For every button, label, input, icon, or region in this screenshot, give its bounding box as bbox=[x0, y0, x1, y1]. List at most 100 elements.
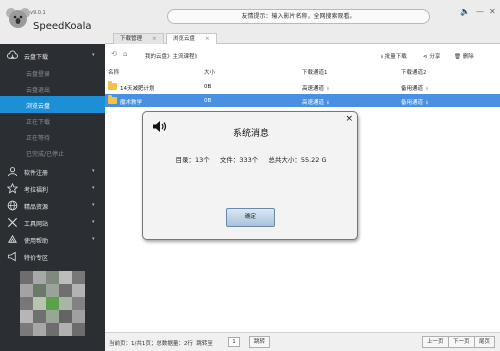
sidebar-item-label: 云盘下载 bbox=[24, 54, 49, 61]
column-header-channel2[interactable]: 下载通道2 bbox=[401, 68, 427, 76]
file-count: 文件：333个 bbox=[219, 156, 259, 164]
breadcrumb[interactable]: 我的云盘》主流课程》 bbox=[145, 52, 200, 60]
table-row[interactable]: 魔术教学 0B 高速通道 ⭳ 备用通道 ⭳ bbox=[105, 94, 500, 107]
sidebar-item-resources[interactable]: 精品资源 ▾ bbox=[0, 197, 105, 214]
sidebar-item-help[interactable]: 使用帮助 ▾ bbox=[0, 231, 105, 248]
cloud-download-icon bbox=[7, 50, 18, 59]
page-status-text: 当前页：1/共1页；总数据量：2行 bbox=[109, 341, 193, 347]
sidebar-item-welfare[interactable]: 考拉福利 ▾ bbox=[0, 180, 105, 197]
delete-label: 删除 bbox=[462, 54, 474, 60]
download-icon: ⭳ bbox=[426, 86, 428, 92]
app-brand: SpeedKoala bbox=[33, 21, 92, 32]
folder-icon bbox=[108, 81, 117, 90]
prev-page-button[interactable]: 上一页 bbox=[422, 336, 449, 348]
file-name: 14天减肥计划 bbox=[120, 86, 155, 92]
channel-label: 高速通道 bbox=[302, 100, 325, 106]
file-name: 魔术教学 bbox=[120, 100, 143, 106]
column-header-size[interactable]: 大小 bbox=[204, 68, 215, 76]
home-icon[interactable]: ⌂ bbox=[123, 50, 127, 58]
chevron-down-icon: ▾ bbox=[92, 236, 95, 242]
system-message-dialog: 系统消息 × 目录：13个 文件：333个 总共大小：55.22 G 确定 bbox=[142, 111, 358, 240]
close-icon[interactable]: ✕ bbox=[489, 7, 496, 16]
sidebar-subitem-cloud-login[interactable]: 云盘登录 bbox=[0, 64, 105, 81]
batch-download-button[interactable]: ⭳ 批量下载 bbox=[381, 52, 407, 62]
sidebar-item-register[interactable]: 软件注册 ▾ bbox=[0, 163, 105, 180]
subitem-label: 云盘退出 bbox=[26, 87, 51, 94]
toolbar: ⟲ ⌂ 我的云盘》主流课程》 ⭳ 批量下载 ⋖ 分享 🗑 删除 bbox=[105, 44, 500, 66]
status-bar: 当前页：1/共1页；总数据量：2行 跳转至 1 跳转 上一页 下一页 尾页 bbox=[105, 332, 500, 351]
tab-label: 浏览云盘 bbox=[173, 36, 196, 42]
koala-logo-icon bbox=[6, 8, 30, 28]
help-icon bbox=[8, 234, 17, 243]
dir-count: 目录：13个 bbox=[175, 156, 210, 164]
notice-search-box[interactable]: 友情提示：输入影片名称，全网搜索观看。 bbox=[167, 9, 430, 24]
subitem-label: 正在下载 bbox=[26, 119, 51, 126]
download-icon: ⭳ bbox=[327, 86, 329, 92]
channel1-link[interactable]: 高速通道 ⭳ bbox=[302, 98, 329, 108]
share-label: 分享 bbox=[429, 54, 441, 60]
channel-label: 备用通道 bbox=[401, 100, 424, 106]
subitem-label: 云盘登录 bbox=[26, 71, 51, 78]
total-size: 总共大小：55.22 G bbox=[268, 156, 327, 164]
sidebar-subitem-cloud-logout[interactable]: 云盘退出 bbox=[0, 80, 105, 97]
sidebar-subitem-completed[interactable]: 已完成/已停止 bbox=[0, 144, 105, 161]
channel2-link[interactable]: 备用通道 ⭳ bbox=[401, 98, 428, 108]
table-header: 名称 大小 下载通道1 下载通道2 bbox=[105, 66, 500, 77]
file-size: 0B bbox=[204, 84, 212, 90]
sidebar-subitem-downloading[interactable]: 正在下载 bbox=[0, 112, 105, 129]
table-row[interactable]: 14天减肥计划 0B 高速通道 ⭳ 备用通道 ⭳ bbox=[105, 80, 500, 93]
file-size: 0B bbox=[204, 98, 212, 104]
sidebar: v9.0.1 SpeedKoala 云盘下载 ▾ 云盘登录 云盘退出 浏览云盘 … bbox=[0, 0, 105, 351]
sidebar-subitem-waiting[interactable]: 正在等待 bbox=[0, 128, 105, 145]
qr-code-image bbox=[20, 271, 85, 336]
download-icon: ⭳ bbox=[327, 100, 329, 106]
folder-icon bbox=[108, 95, 117, 104]
speaker-icon[interactable]: 🔈 bbox=[460, 7, 470, 16]
subitem-label: 已完成/已停止 bbox=[26, 151, 65, 158]
channel-label: 高速通道 bbox=[302, 86, 325, 92]
share-icon: ⋖ bbox=[423, 54, 428, 60]
sidebar-item-label: 特价专区 bbox=[24, 255, 49, 262]
dialog-title: 系统消息 bbox=[232, 129, 269, 139]
back-icon[interactable]: ⟲ bbox=[111, 50, 117, 58]
jump-button[interactable]: 跳转 bbox=[249, 336, 271, 348]
trash-icon: 🗑 bbox=[454, 54, 461, 60]
app-version: v9.0.1 bbox=[30, 10, 46, 16]
tab-label: 下载管理 bbox=[120, 36, 143, 42]
channel-label: 备用通道 bbox=[401, 86, 424, 92]
download-icon: ⭳ bbox=[381, 54, 383, 60]
tab-bar: 下载管理 × 浏览云盘 × bbox=[105, 30, 500, 44]
sidebar-item-label: 精品资源 bbox=[24, 204, 49, 211]
tools-icon bbox=[7, 217, 18, 228]
last-page-button[interactable]: 尾页 bbox=[474, 336, 496, 348]
column-header-name[interactable]: 名称 bbox=[108, 68, 119, 76]
delete-button[interactable]: 🗑 删除 bbox=[454, 52, 474, 60]
chevron-down-icon: ▾ bbox=[92, 52, 95, 58]
page-number-input[interactable]: 1 bbox=[228, 337, 240, 347]
chevron-down-icon: ▾ bbox=[92, 202, 95, 208]
top-header: 友情提示：输入影片名称，全网搜索观看。 🔈 — ✕ bbox=[105, 0, 500, 30]
tab-browse-cloud[interactable]: 浏览云盘 × bbox=[166, 33, 217, 44]
close-icon[interactable]: × bbox=[345, 114, 353, 124]
subitem-label: 正在等待 bbox=[26, 135, 51, 142]
tab-download-manager[interactable]: 下载管理 × bbox=[113, 33, 164, 44]
jump-label: 跳转至 bbox=[196, 341, 213, 347]
sidebar-item-tools[interactable]: 工具网站 ▾ bbox=[0, 214, 105, 231]
page-status: 当前页：1/共1页；总数据量：2行 跳转至 bbox=[109, 339, 213, 347]
share-button[interactable]: ⋖ 分享 bbox=[423, 52, 440, 60]
channel2-link[interactable]: 备用通道 ⭳ bbox=[401, 84, 428, 94]
sidebar-subitem-browse-cloud[interactable]: 浏览云盘 bbox=[0, 96, 105, 113]
close-icon[interactable]: × bbox=[205, 36, 210, 42]
next-page-button[interactable]: 下一页 bbox=[448, 336, 475, 348]
column-header-channel1[interactable]: 下载通道1 bbox=[302, 68, 328, 76]
star-icon bbox=[7, 183, 18, 194]
minimize-icon[interactable]: — bbox=[476, 7, 484, 16]
logo-area: v9.0.1 SpeedKoala bbox=[0, 0, 105, 44]
subitem-label: 浏览云盘 bbox=[26, 103, 51, 110]
download-icon: ⭳ bbox=[426, 100, 428, 106]
sidebar-item-special-offers[interactable]: 特价专区 bbox=[0, 248, 105, 265]
close-icon[interactable]: × bbox=[152, 36, 157, 42]
ok-button[interactable]: 确定 bbox=[226, 208, 275, 227]
sidebar-item-cloud-download[interactable]: 云盘下载 ▾ bbox=[0, 47, 105, 64]
channel1-link[interactable]: 高速通道 ⭳ bbox=[302, 84, 329, 94]
